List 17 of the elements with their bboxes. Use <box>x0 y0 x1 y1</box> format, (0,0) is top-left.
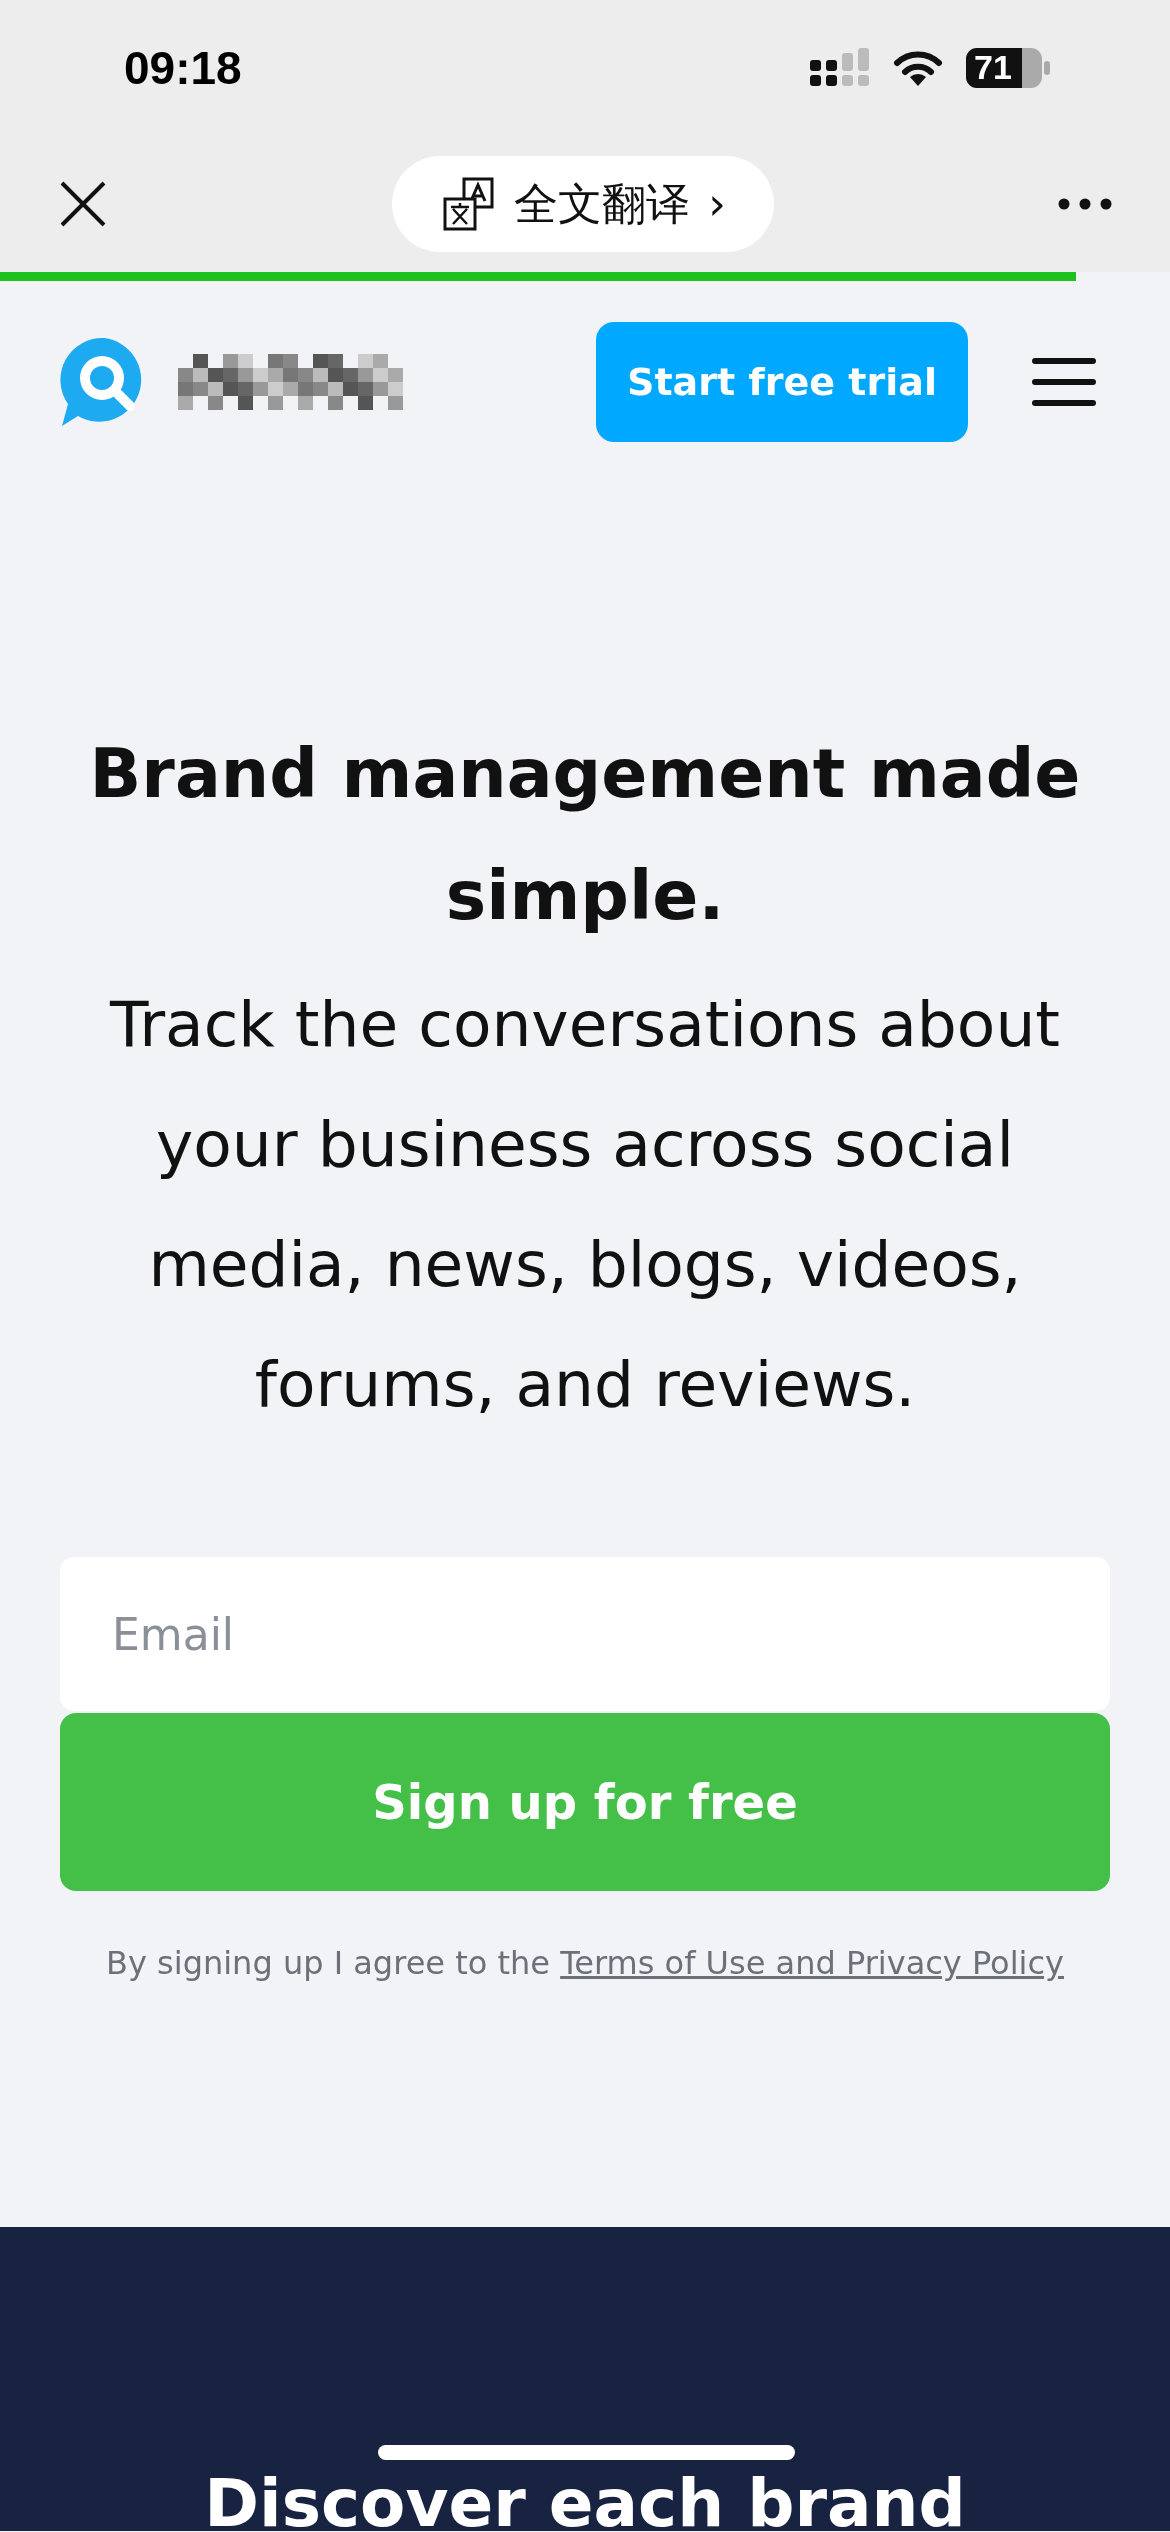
battery-level: 71 <box>974 47 1012 87</box>
translate-icon <box>442 176 497 231</box>
email-field[interactable]: Email <box>60 1557 1110 1711</box>
section-title: Discover each brand <box>204 2465 966 2531</box>
terms-link[interactable]: Terms of Use and Privacy Policy <box>560 1944 1064 1982</box>
hero-subtitle: Track the conversations about your business across social media, news, blogs, videos, forums, and reviews. <box>108 987 1062 1423</box>
terms-text: By signing up I agree to the Terms of Use and Privacy Policy <box>105 1943 1065 1984</box>
signup-button[interactable]: Sign up for free <box>60 1713 1110 1891</box>
hero-title: Brand management made simple. <box>88 733 1082 937</box>
translate-button[interactable]: 全文翻译 › <box>392 155 774 252</box>
battery-icon <box>966 47 1050 88</box>
signal-icon <box>810 47 870 88</box>
status-time: 09:18 <box>124 40 242 95</box>
caret-icon: › <box>708 170 726 237</box>
start-trial-button[interactable]: Start free trial <box>596 322 968 442</box>
menu-icon[interactable] <box>1032 357 1096 407</box>
more-icon[interactable] <box>1058 197 1112 210</box>
